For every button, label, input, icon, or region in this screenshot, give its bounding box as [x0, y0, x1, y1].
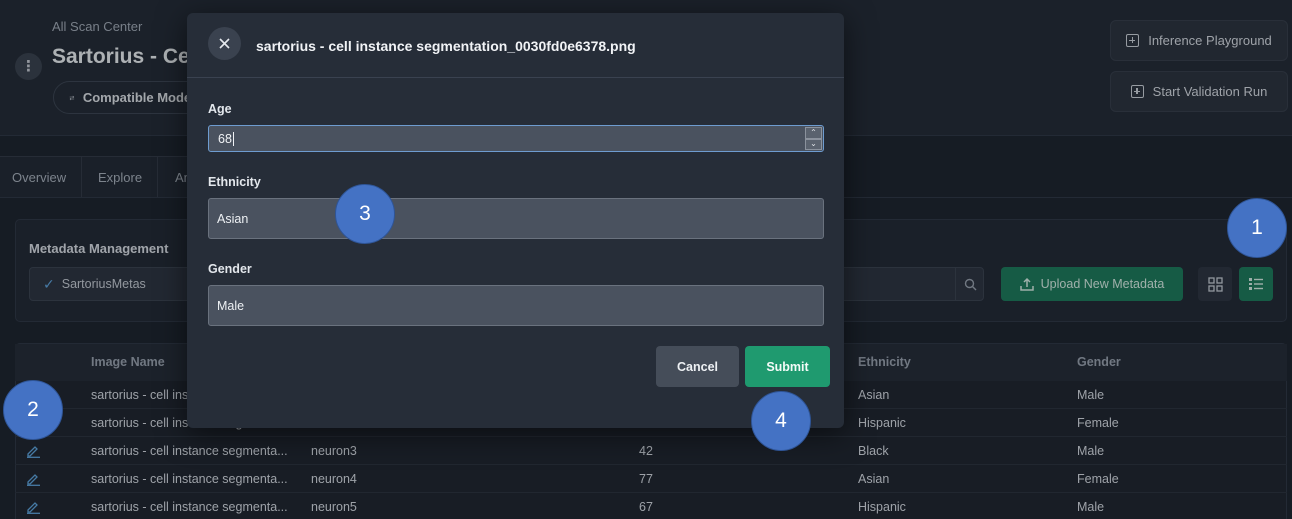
modal-title: sartorius - cell instance segmentation_0… [256, 38, 636, 54]
ethnicity-select[interactable]: Asian [208, 198, 824, 239]
ethnicity-value: Asian [217, 211, 249, 226]
close-modal-button[interactable] [208, 27, 241, 60]
chevron-down-icon: ⌄ [810, 139, 817, 149]
step-marker-4: 4 [751, 391, 811, 451]
ethnicity-label: Ethnicity [208, 175, 261, 189]
step-marker-3: 3 [335, 184, 395, 244]
increment-button[interactable]: ⌃ [805, 127, 822, 139]
gender-value: Male [217, 298, 245, 313]
age-label: Age [208, 102, 232, 116]
submit-button[interactable]: Submit [745, 346, 830, 387]
close-icon [219, 38, 230, 49]
text-caret [232, 131, 234, 146]
age-stepper[interactable]: ⌃ ⌄ [805, 127, 822, 150]
gender-select[interactable]: Male [208, 285, 824, 326]
age-value: 68 [218, 131, 232, 146]
chevron-up-icon: ⌃ [810, 127, 817, 137]
edit-metadata-modal: sartorius - cell instance segmentation_0… [187, 13, 844, 428]
decrement-button[interactable]: ⌄ [805, 138, 822, 150]
step-marker-1: 1 [1227, 198, 1287, 258]
gender-label: Gender [208, 262, 252, 276]
step-marker-2: 2 [3, 380, 63, 440]
age-input[interactable]: 68 ⌃ ⌄ [208, 125, 824, 152]
cancel-button[interactable]: Cancel [656, 346, 739, 387]
